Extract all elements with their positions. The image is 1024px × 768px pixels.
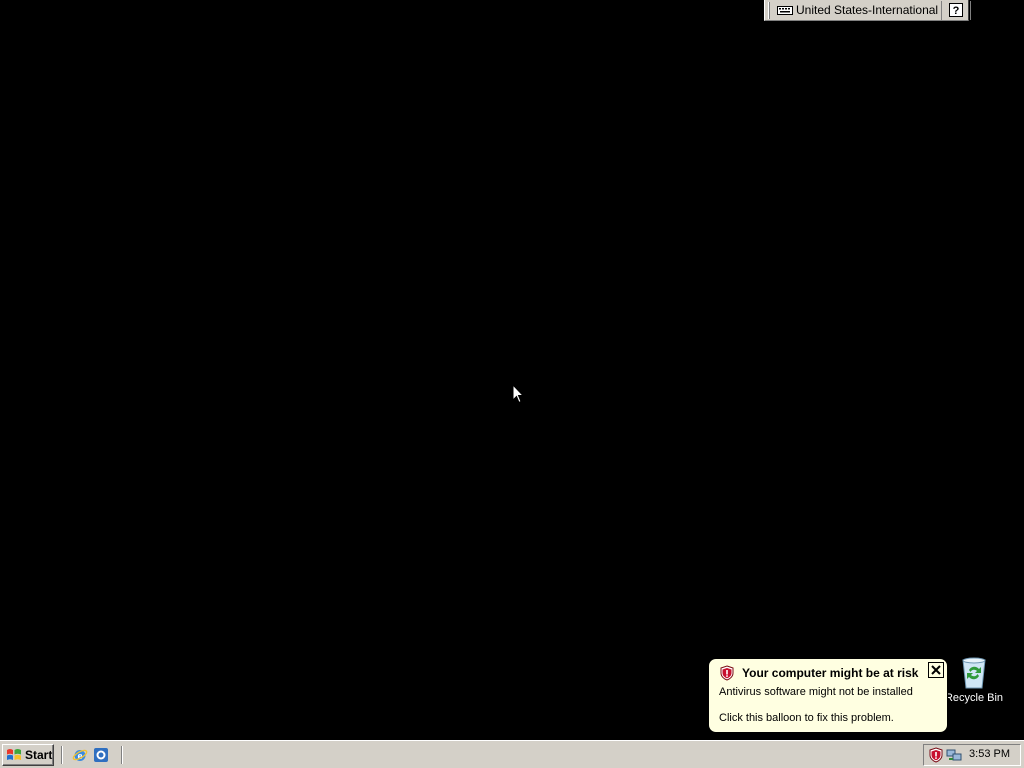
outlook-express-icon[interactable] <box>93 747 109 763</box>
language-bar: United States-International ? <box>764 0 978 21</box>
recycle-bin-icon <box>958 656 990 690</box>
keyboard-icon <box>777 6 793 15</box>
recycle-bin[interactable]: Recycle Bin <box>942 656 1006 704</box>
network-connection-icon[interactable] <box>946 747 962 763</box>
start-button[interactable]: Start <box>2 744 54 766</box>
security-shield-icon <box>720 665 734 681</box>
taskbar-separator <box>121 746 123 764</box>
language-bar-grip[interactable] <box>768 1 770 19</box>
recycle-bin-label: Recycle Bin <box>944 692 1004 704</box>
internet-explorer-icon[interactable]: e <box>72 747 88 763</box>
security-center-icon[interactable] <box>928 747 944 763</box>
language-selector[interactable]: United States-International <box>774 0 943 20</box>
help-icon[interactable]: ? <box>948 2 964 19</box>
security-balloon[interactable]: Your computer might be at risk Antivirus… <box>708 658 948 733</box>
close-icon[interactable] <box>928 662 944 678</box>
balloon-action-text: Click this balloon to fix this problem. <box>719 712 894 724</box>
desktop[interactable]: United States-International ? Recycle Bi… <box>0 0 1024 740</box>
balloon-title: Your computer might be at risk <box>742 666 919 680</box>
clock[interactable]: 3:53 PM <box>969 748 1010 760</box>
taskbar-separator <box>61 746 63 764</box>
taskbar: Start e 3:53 PM <box>0 740 1024 768</box>
balloon-message: Antivirus software might not be installe… <box>719 686 913 698</box>
language-bar-options-icon[interactable] <box>970 0 978 20</box>
language-label: United States-International <box>796 3 939 17</box>
mouse-cursor-icon <box>512 384 524 404</box>
system-tray: 3:53 PM <box>923 744 1021 766</box>
windows-logo-icon <box>7 749 21 760</box>
svg-text:?: ? <box>953 5 960 17</box>
start-label: Start <box>25 748 53 762</box>
